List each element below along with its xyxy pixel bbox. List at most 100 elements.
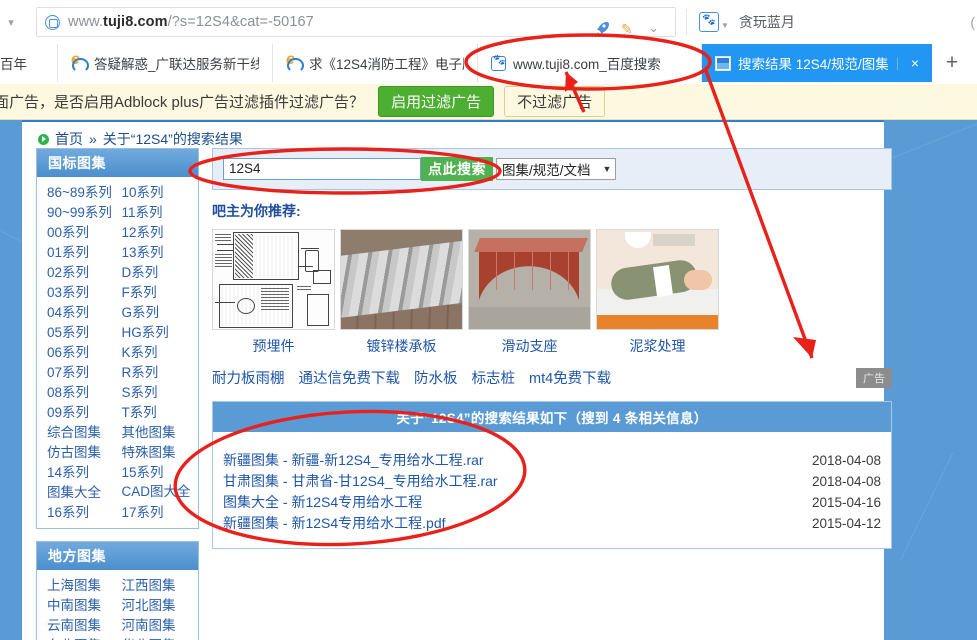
sidebar-link[interactable]: G系列	[122, 303, 197, 322]
thumbnail-image[interactable]	[596, 229, 719, 330]
result-name[interactable]: 图集大全 - 新12S4专用给水工程	[223, 492, 422, 512]
recommend-caption[interactable]: 滑动支座	[468, 336, 591, 356]
ad-link[interactable]: 防水板	[414, 367, 458, 388]
sidebar-link[interactable]: 特殊图集	[122, 443, 197, 462]
sidebar-link[interactable]: D系列	[122, 263, 197, 282]
sidebar-link[interactable]: 09系列	[47, 403, 122, 422]
sidebar-link[interactable]: CAD图大全	[122, 483, 197, 502]
sidebar-link[interactable]: 图集大全	[47, 483, 122, 502]
breadcrumb-home[interactable]: 首页	[55, 129, 83, 149]
sidebar-link[interactable]: 12系列	[122, 223, 197, 242]
thumbnail-image[interactable]	[468, 229, 591, 330]
search-button[interactable]: 点此搜索	[421, 157, 493, 181]
sidebar-link[interactable]: 08系列	[47, 383, 122, 402]
search-input[interactable]	[223, 158, 421, 180]
result-name[interactable]: 甘肃图集 - 甘肃省-甘12S4_专用给水工程.rar	[223, 471, 498, 491]
sidebar-link[interactable]: 河南图集	[122, 616, 197, 635]
sidebar-link[interactable]: 中南图集	[47, 596, 122, 615]
enable-adfilter-button[interactable]: 启用过滤广告	[378, 86, 495, 117]
disable-adfilter-button[interactable]: 不过滤广告	[504, 86, 606, 117]
sidebar-link[interactable]: 07系列	[47, 363, 122, 382]
sidebar-link[interactable]: R系列	[122, 363, 197, 382]
result-row[interactable]: 图集大全 - 新12S4专用给水工程 2015-04-16	[221, 492, 883, 513]
account-widget[interactable]: ▼ 贪玩蓝月	[699, 12, 795, 32]
search-panel: 点此搜索 图集/规范/文档 ▼	[212, 148, 892, 190]
sidebar-link[interactable]: 06系列	[47, 343, 122, 362]
sidebar-link[interactable]: 其他图集	[122, 423, 197, 442]
close-icon[interactable]: ×	[911, 56, 919, 70]
search-category-value: 图集/规范/文档	[502, 163, 591, 178]
tab-0[interactable]: 百年	[0, 44, 58, 82]
tab-label: 求《12S4消防工程》电子版图集	[309, 57, 464, 72]
tab-label: 搜索结果 12S4/规范/图集【免	[738, 57, 898, 72]
ad-link[interactable]: 标志桩	[472, 367, 516, 388]
sidebar-link[interactable]: T系列	[122, 403, 197, 422]
sidebar-link[interactable]: 仿古图集	[47, 443, 122, 462]
sidebar-link[interactable]: 东北图集	[47, 636, 122, 640]
result-date: 2015-04-12	[811, 516, 881, 531]
sidebar-links-national: 86~89系列 10系列 90~99系列 11系列 00系列 12系列 01系列…	[37, 177, 198, 528]
recommend-caption[interactable]: 泥浆处理	[596, 336, 719, 356]
sidebar-link[interactable]: 14系列	[47, 463, 122, 482]
breadcrumb-separator: »	[89, 131, 97, 147]
sidebar-link[interactable]: 17系列	[122, 503, 197, 522]
tab-2[interactable]: 求《12S4消防工程》电子版图集	[273, 44, 478, 82]
ad-link[interactable]: 耐力板雨棚	[212, 367, 285, 388]
sidebar-link[interactable]: 03系列	[47, 283, 122, 302]
sidebar-link[interactable]: 上海图集	[47, 576, 122, 595]
sidebar-link[interactable]: 云南图集	[47, 616, 122, 635]
sidebar-link[interactable]: 04系列	[47, 303, 122, 322]
sidebar-link[interactable]: 综合图集	[47, 423, 122, 442]
sidebar-link[interactable]: 05系列	[47, 323, 122, 342]
recommend-caption[interactable]: 预埋件	[212, 336, 335, 356]
sidebar-link[interactable]: 01系列	[47, 243, 122, 262]
tab-4-active[interactable]: 搜索结果 12S4/规范/图集【免 ×	[702, 44, 932, 82]
result-row[interactable]: 新疆图集 - 新12S4专用给水工程.pdf 2015-04-12	[221, 513, 883, 534]
recommend-caption[interactable]: 镀锌楼承板	[340, 336, 463, 356]
chevron-down-icon[interactable]: ⌄	[648, 20, 659, 36]
sidebar-link[interactable]: 90~99系列	[47, 203, 122, 222]
sidebar-link[interactable]: F系列	[122, 283, 197, 302]
sidebar-link[interactable]: 15系列	[122, 463, 197, 482]
search-category-select[interactable]: 图集/规范/文档 ▼	[496, 158, 617, 180]
tab-1[interactable]: 答疑解惑_广联达服务新干线	[58, 44, 273, 82]
recommend-item[interactable]: 预埋件	[212, 229, 335, 356]
recommend-item[interactable]: 镀锌楼承板	[340, 229, 463, 356]
sidebar-link[interactable]: 13系列	[122, 243, 197, 262]
result-row[interactable]: 甘肃图集 - 甘肃省-甘12S4_专用给水工程.rar 2018-04-08	[221, 471, 883, 492]
recommend-item[interactable]: 泥浆处理	[596, 229, 719, 356]
account-name: 贪玩蓝月	[738, 14, 795, 30]
document-favicon	[715, 55, 731, 71]
toolbar-overflow-icon[interactable]: (	[970, 14, 975, 30]
rocket-icon[interactable]	[593, 19, 613, 39]
sidebar-link[interactable]: K系列	[122, 343, 197, 362]
sidebar-link[interactable]: 00系列	[47, 223, 122, 242]
pen-icon[interactable]: ✎	[621, 21, 633, 37]
result-name[interactable]: 新疆图集 - 新12S4专用给水工程.pdf	[223, 513, 446, 533]
result-row[interactable]: 新疆图集 - 新疆-新12S4_专用给水工程.rar 2018-04-08	[221, 450, 883, 471]
thumbnail-image[interactable]	[340, 229, 463, 330]
result-name[interactable]: 新疆图集 - 新疆-新12S4_专用给水工程.rar	[223, 450, 484, 470]
sidebar-link[interactable]: HG系列	[122, 323, 197, 342]
recommend-item[interactable]: 滑动支座	[468, 229, 591, 356]
tab-strip: 百年 答疑解惑_广联达服务新干线 求《12S4消防工程》电子版图集 www.tu…	[0, 44, 977, 82]
sidebar-link[interactable]: 华北图集	[122, 636, 197, 640]
sidebar-link[interactable]: 江西图集	[122, 576, 197, 595]
new-tab-button[interactable]: +	[932, 44, 972, 82]
sidebar-link[interactable]: 86~89系列	[47, 183, 122, 202]
ie-favicon	[71, 51, 89, 73]
thumbnail-image[interactable]	[212, 229, 335, 330]
ad-link[interactable]: mt4免费下载	[529, 367, 611, 388]
back-caret-icon[interactable]: ▾	[0, 16, 22, 29]
sidebar-link[interactable]: S系列	[122, 383, 197, 402]
sidebar-link[interactable]: 10系列	[122, 183, 197, 202]
sidebar-link[interactable]: 11系列	[122, 203, 197, 222]
sidebar-link[interactable]: 河北图集	[122, 596, 197, 615]
address-bar[interactable]: www.tuji8.com/?s=12S4&cat=-50167 ✎ ⌄	[36, 7, 676, 37]
ad-link[interactable]: 通达信免费下载	[299, 367, 401, 388]
tab-3[interactable]: www.tuji8.com_百度搜索	[478, 44, 702, 82]
chevron-down-icon[interactable]: ▼	[721, 21, 729, 30]
url-domain: tuji8.com	[103, 14, 168, 30]
sidebar-link[interactable]: 16系列	[47, 503, 122, 522]
sidebar-link[interactable]: 02系列	[47, 263, 122, 282]
